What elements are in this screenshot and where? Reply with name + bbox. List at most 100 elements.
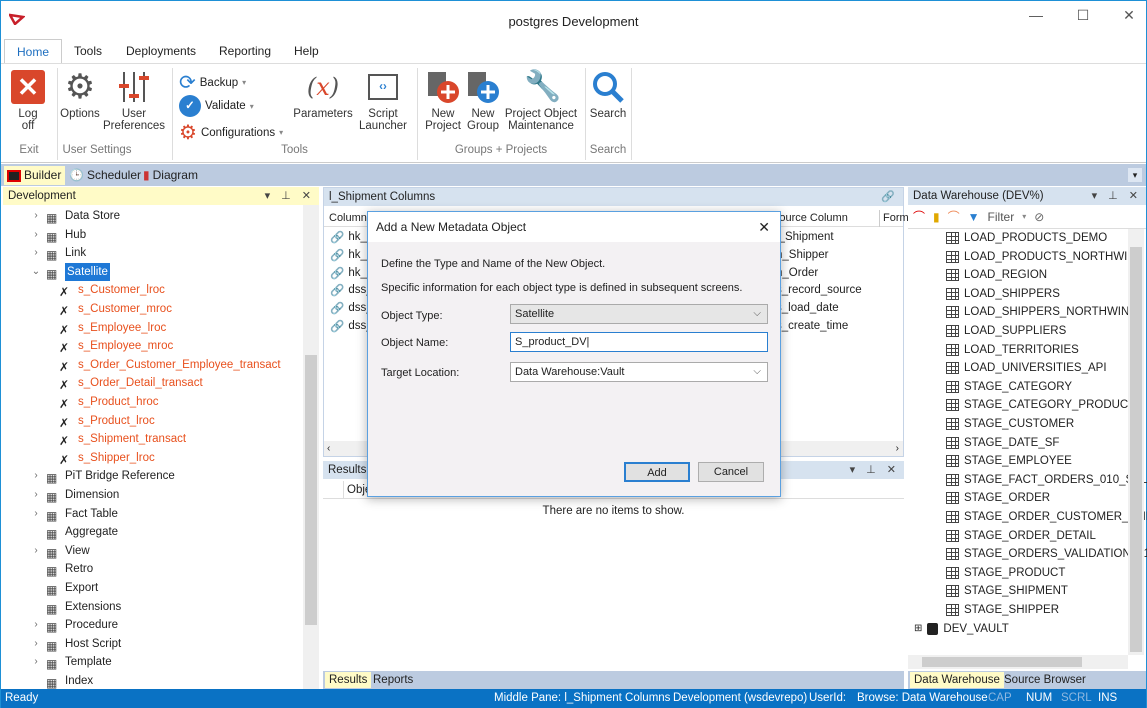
tree-item[interactable]: › ▦ Dimension <box>31 486 119 504</box>
tree-item[interactable]: › ▦ Data Store <box>31 207 120 225</box>
table-item[interactable]: LOAD_SHIPPERS_NORTHWIND <box>946 303 1138 321</box>
tree-item[interactable]: › ▦ Fact Table <box>31 505 118 523</box>
tree-item[interactable]: ✗ s_Employee_mroc <box>59 337 173 355</box>
validate-button[interactable]: ✓ Validate ▾ <box>179 95 254 117</box>
table-item[interactable]: STAGE_ORDER <box>946 489 1050 507</box>
search-button[interactable]: Search <box>587 70 629 120</box>
minimize-button[interactable]: — <box>1021 7 1051 23</box>
tree-item[interactable]: ▦ Aggregate <box>31 523 118 541</box>
tab-reports[interactable]: Reports <box>369 672 417 688</box>
tree-item[interactable]: ▦ Extensions <box>31 598 121 616</box>
tree-item[interactable]: › ▦ View <box>31 542 89 560</box>
tree-item[interactable]: ✗ s_Order_Customer_Employee_transact <box>59 356 281 374</box>
chevron-right-icon[interactable]: › <box>31 207 41 225</box>
filter-button[interactable]: Filter <box>988 210 1015 224</box>
table-item[interactable]: LOAD_UNIVERSITIES_API <box>946 359 1107 377</box>
tree-item[interactable]: › ▦ Host Script <box>31 635 121 653</box>
user-preferences-button[interactable]: User Preferences <box>103 70 165 132</box>
clear-filter-icon[interactable]: ⊘ <box>1034 210 1044 224</box>
tree-item[interactable]: ✗ s_Customer_mroc <box>59 300 172 318</box>
tree-item[interactable]: ✗ s_Product_lroc <box>59 412 155 430</box>
parameters-button[interactable]: (x) Parameters <box>293 70 353 120</box>
tab-diagram[interactable]: ▮ Diagram <box>140 166 202 185</box>
chevron-right-icon[interactable]: › <box>31 244 41 262</box>
pane-controls[interactable]: ▾ ⊥ ✕ <box>265 187 315 205</box>
chevron-right-icon[interactable]: › <box>31 542 41 560</box>
script-launcher-button[interactable]: ‹› Script Launcher <box>353 70 413 132</box>
cancel-button[interactable]: Cancel <box>698 462 764 482</box>
table-item[interactable]: STAGE_CUSTOMER <box>946 415 1074 433</box>
tree-item[interactable]: › ▦ Link <box>31 244 86 262</box>
table-item[interactable]: STAGE_FACT_ORDERS_010_SKL <box>946 471 1147 489</box>
tab-data-warehouse[interactable]: Data Warehouse <box>910 672 1004 688</box>
new-group-button[interactable]: New Group <box>463 70 503 132</box>
glasses-orange-icon[interactable]: ⌒ <box>948 208 960 225</box>
tree-item[interactable]: ✗ s_Shipper_lroc <box>59 449 155 467</box>
tree-item[interactable]: › ▦ Procedure <box>31 616 118 634</box>
right-hscrollbar[interactable] <box>908 655 1128 669</box>
tree-item[interactable]: ✗ s_Order_Detail_transact <box>59 374 203 392</box>
chevron-right-icon[interactable]: › <box>31 467 41 485</box>
table-item[interactable]: STAGE_SHIPPER <box>946 601 1059 619</box>
tab-deployments[interactable]: Deployments <box>114 39 208 63</box>
expand-icon[interactable]: ⊞ <box>914 620 922 638</box>
pane-controls[interactable]: ▾ ⊥ ✕ <box>1092 187 1142 205</box>
chevron-right-icon[interactable]: › <box>31 635 41 653</box>
tab-results[interactable]: Results <box>325 672 372 688</box>
tab-scheduler[interactable]: 🕒 Scheduler <box>66 166 145 185</box>
table-item[interactable]: LOAD_PRODUCTS_DEMO <box>946 229 1107 247</box>
close-window-button[interactable]: ✕ <box>1114 7 1144 24</box>
tree-item[interactable]: ▦ Index <box>31 672 93 690</box>
table-item[interactable]: STAGE_ORDER_DETAIL <box>946 527 1096 545</box>
chevron-right-icon[interactable]: › <box>31 226 41 244</box>
database-icon[interactable]: ▮ <box>933 210 940 224</box>
backup-button[interactable]: ⟳ Backup ▾ <box>179 70 246 95</box>
table-item[interactable]: STAGE_ORDER_CUSTOMER_EMP <box>946 508 1147 526</box>
glasses-icon[interactable]: ⌒ <box>913 208 925 225</box>
tab-source-browser[interactable]: Source Browser <box>1000 672 1090 688</box>
new-project-button[interactable]: New Project <box>421 70 465 132</box>
form-header[interactable]: Form <box>879 210 909 227</box>
table-item[interactable]: STAGE_SHIPMENT <box>946 582 1068 600</box>
table-item[interactable]: STAGE_PRODUCT <box>946 564 1065 582</box>
add-button[interactable]: Add <box>624 462 690 482</box>
object-type-select[interactable]: Satellite ⌵ <box>510 304 768 324</box>
table-item[interactable]: LOAD_SHIPPERS <box>946 285 1060 303</box>
dialog-close-button[interactable]: ✕ <box>758 212 770 242</box>
maximize-button[interactable]: ☐ <box>1068 7 1098 24</box>
chevron-right-icon[interactable]: › <box>31 616 41 634</box>
tree-item[interactable]: › ▦ Template <box>31 653 111 671</box>
dock-dropdown-button[interactable]: ▾ <box>1128 168 1142 182</box>
source-column-header[interactable]: Source Column <box>772 210 848 227</box>
object-name-input[interactable]: S_product_DV| <box>510 332 768 352</box>
tree-item[interactable]: ✗ s_Employee_lroc <box>59 319 166 337</box>
column-row[interactable]: 🔗 hk_l <box>330 228 369 246</box>
left-scrollbar[interactable] <box>303 205 319 689</box>
table-item[interactable]: STAGE_ORDERS_VALIDATION_01 <box>946 545 1147 563</box>
tab-help[interactable]: Help <box>282 39 331 63</box>
tree-item[interactable]: ✗ s_Product_hroc <box>59 393 159 411</box>
chevron-down-icon[interactable]: ⌄ <box>31 263 41 281</box>
table-item[interactable]: STAGE_CATEGORY_PRODUCT <box>946 396 1135 414</box>
options-button[interactable]: ⚙ Options <box>57 70 103 120</box>
table-item[interactable]: STAGE_DATE_SF <box>946 434 1059 452</box>
tree-item[interactable]: › ▦ PiT Bridge Reference <box>31 467 174 485</box>
pane-controls[interactable]: ▾ ⊥ ✕ <box>850 461 900 479</box>
tab-builder[interactable]: Builder <box>4 166 66 185</box>
table-item[interactable]: LOAD_PRODUCTS_NORTHWIND <box>946 248 1144 266</box>
tab-reporting[interactable]: Reporting <box>207 39 283 63</box>
table-item[interactable]: LOAD_REGION <box>946 266 1047 284</box>
table-item[interactable]: LOAD_SUPPLIERS <box>946 322 1066 340</box>
tree-item[interactable]: ▦ Export <box>31 579 98 597</box>
target-location-select[interactable]: Data Warehouse:Vault ⌵ <box>510 362 768 382</box>
tree-item[interactable]: › ▦ Hub <box>31 226 86 244</box>
tree-item[interactable]: ✗ s_Customer_lroc <box>59 281 165 299</box>
table-item[interactable]: STAGE_CATEGORY <box>946 378 1072 396</box>
tree-item[interactable]: ⌄ ▦ Satellite <box>31 262 110 281</box>
chevron-right-icon[interactable]: › <box>31 486 41 504</box>
project-object-maintenance-button[interactable]: 🔧 Project Object Maintenance <box>503 70 579 132</box>
table-item[interactable]: STAGE_EMPLOYEE <box>946 452 1072 470</box>
tab-home[interactable]: Home <box>4 39 63 63</box>
tree-item[interactable]: ▦ Retro <box>31 560 93 578</box>
column-header[interactable]: Column <box>329 210 367 227</box>
